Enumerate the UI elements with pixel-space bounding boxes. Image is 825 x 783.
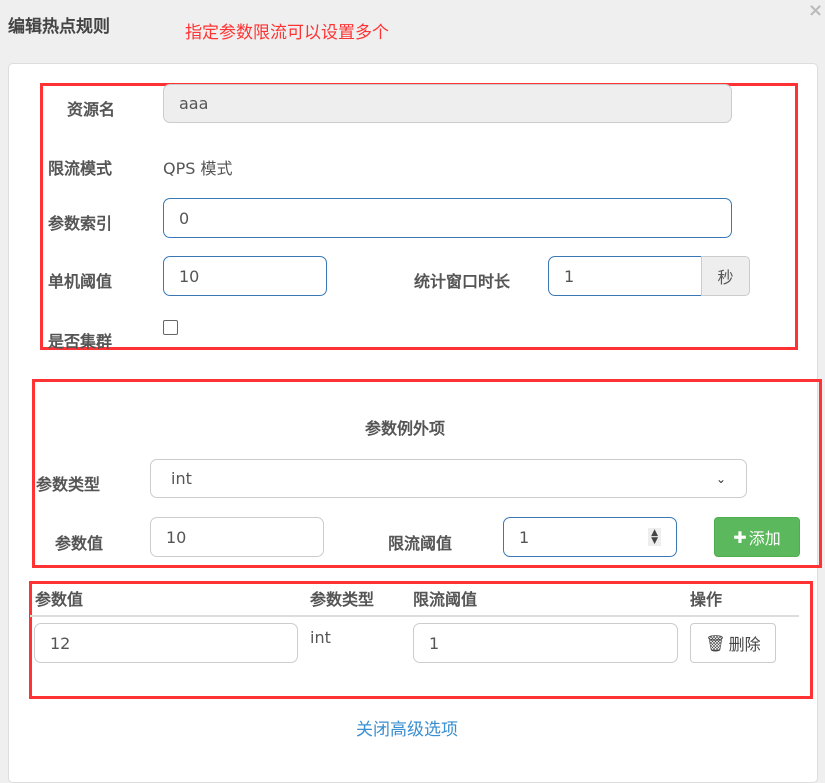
param-index-input[interactable]: 0 [163,198,732,238]
resource-label: 资源名 [67,100,116,119]
delete-button[interactable]: 🗑 删除 [690,623,776,663]
table-header: 操作 [690,590,723,609]
dialog-title: 编辑热点规则 [8,17,110,37]
cluster-label: 是否集群 [48,332,113,351]
row-limit-input[interactable]: 1 [413,623,678,663]
add-button[interactable]: ✚ 添加 [714,517,800,557]
window-unit: 秒 [701,256,750,296]
close-advanced-link[interactable]: 关闭高级选项 [356,715,458,740]
window-input[interactable]: 1 [548,256,702,296]
row-value-input[interactable]: 12 [34,623,298,663]
spinner-icon[interactable]: ▲ ▼ [648,528,661,546]
limit-value: 1 [519,527,530,547]
param-value-label: 参数值 [55,534,104,553]
resource-input: aaa [163,84,732,123]
threshold-label: 单机阈值 [48,272,113,291]
mode-value: QPS 模式 [163,159,233,178]
table-header: 参数值 [35,590,84,609]
param-type-label: 参数类型 [36,475,101,494]
param-type-value: int [171,469,192,488]
table-divider [30,615,799,617]
annotation-text: 指定参数限流可以设置多个 [185,23,389,43]
param-value-input[interactable]: 10 [150,517,324,557]
plus-icon: ✚ [733,527,747,547]
delete-label: 删除 [728,635,761,654]
add-button-label: 添加 [748,529,781,548]
exception-heading: 参数例外项 [365,419,446,438]
param-index-label: 参数索引 [48,214,113,233]
close-icon[interactable]: × [808,0,823,21]
window-label: 统计窗口时长 [414,272,511,291]
limit-label: 限流阈值 [388,534,453,553]
chevron-down-icon: ⌄ [715,471,726,486]
mode-label: 限流模式 [48,159,113,178]
trash-icon: 🗑 [705,633,726,653]
threshold-input[interactable]: 10 [163,256,327,296]
table-header: 参数类型 [310,590,375,609]
limit-input[interactable]: 1 ▲ ▼ [503,517,677,557]
param-type-select[interactable]: int ⌄ [150,459,747,498]
cluster-checkbox[interactable] [163,320,178,335]
table-header: 限流阈值 [413,590,478,609]
row-type: int [310,628,331,647]
